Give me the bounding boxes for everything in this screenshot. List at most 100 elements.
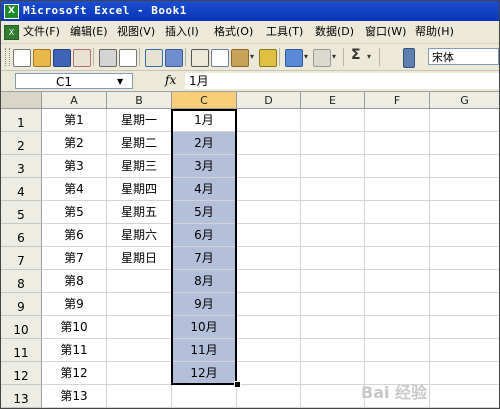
row-header[interactable]: 13 [1,385,42,408]
menu-format[interactable]: 格式(O) [214,21,253,43]
cell-a2[interactable]: 第2 [42,132,107,155]
cell-c13[interactable] [172,385,237,408]
cell-b3[interactable]: 星期三 [107,155,172,178]
cell-b9[interactable] [107,293,172,316]
cell-a3[interactable]: 第3 [42,155,107,178]
cell-g9[interactable] [430,293,499,316]
insert-function-icon[interactable]: fx [165,73,176,87]
cell-d4[interactable] [237,178,301,201]
row-header[interactable]: 12 [1,362,42,385]
print-icon[interactable] [99,49,117,67]
cell-b6[interactable]: 星期六 [107,224,172,247]
toolbar-grip[interactable] [5,48,10,66]
cell-g4[interactable] [430,178,499,201]
cell-b4[interactable]: 星期四 [107,178,172,201]
cell-c12[interactable]: 12月 [172,362,237,385]
excel-app-icon[interactable]: X [4,4,19,19]
column-header-e[interactable]: E [301,92,365,109]
cell-c11[interactable]: 11月 [172,339,237,362]
cell-d3[interactable] [237,155,301,178]
cell-b11[interactable] [107,339,172,362]
menu-view[interactable]: 视图(V) [117,21,155,43]
cell-f5[interactable] [365,201,430,224]
menu-window[interactable]: 窗口(W) [365,21,406,43]
cell-c10[interactable]: 10月 [172,316,237,339]
cell-b12[interactable] [107,362,172,385]
cell-a13[interactable]: 第13 [42,385,107,408]
cell-c3[interactable]: 3月 [172,155,237,178]
cell-d8[interactable] [237,270,301,293]
cell-d6[interactable] [237,224,301,247]
menu-help[interactable]: 帮助(H) [415,21,454,43]
permission-icon[interactable] [73,49,91,67]
cell-d9[interactable] [237,293,301,316]
cell-a10[interactable]: 第10 [42,316,107,339]
cell-a6[interactable]: 第6 [42,224,107,247]
menu-edit[interactable]: 编辑(E) [70,21,108,43]
new-icon[interactable] [13,49,31,67]
row-header[interactable]: 6 [1,224,42,247]
menu-data[interactable]: 数据(D) [315,21,354,43]
cell-d7[interactable] [237,247,301,270]
row-header[interactable]: 9 [1,293,42,316]
cell-c9[interactable]: 9月 [172,293,237,316]
print-preview-icon[interactable] [119,49,137,67]
autosum-icon[interactable]: Σ [351,47,361,63]
cell-d1[interactable] [237,109,301,132]
cell-f6[interactable] [365,224,430,247]
cell-d13[interactable] [237,385,301,408]
cell-e7[interactable] [301,247,365,270]
cell-f4[interactable] [365,178,430,201]
copy-icon[interactable] [211,49,229,67]
cell-g6[interactable] [430,224,499,247]
cell-e13[interactable] [301,385,365,408]
menu-file[interactable]: 文件(F) [23,21,60,43]
cell-b13[interactable] [107,385,172,408]
cell-f1[interactable] [365,109,430,132]
cell-d11[interactable] [237,339,301,362]
cell-b7[interactable]: 星期日 [107,247,172,270]
row-header[interactable]: 3 [1,155,42,178]
fill-handle[interactable] [234,381,241,388]
toolbar-options-icon[interactable] [403,48,415,68]
cell-e11[interactable] [301,339,365,362]
cut-icon[interactable] [191,49,209,67]
cell-c4[interactable]: 4月 [172,178,237,201]
column-header-g[interactable]: G [430,92,499,109]
cell-a4[interactable]: 第4 [42,178,107,201]
cell-a11[interactable]: 第11 [42,339,107,362]
cell-e9[interactable] [301,293,365,316]
cell-g2[interactable] [430,132,499,155]
cell-e5[interactable] [301,201,365,224]
undo-icon[interactable] [285,49,303,67]
redo-icon[interactable] [313,49,331,67]
cell-c1[interactable]: 1月 [172,109,237,132]
cell-b8[interactable] [107,270,172,293]
column-header-c[interactable]: C [172,92,237,109]
cell-e10[interactable] [301,316,365,339]
cell-e12[interactable] [301,362,365,385]
row-header[interactable]: 4 [1,178,42,201]
paste-dropdown-icon[interactable]: ▾ [250,52,254,61]
format-painter-icon[interactable] [259,49,277,67]
column-header-b[interactable]: B [107,92,172,109]
cell-c5[interactable]: 5月 [172,201,237,224]
row-header[interactable]: 1 [1,109,42,132]
cell-g1[interactable] [430,109,499,132]
menu-tools[interactable]: 工具(T) [266,21,303,43]
cell-a9[interactable]: 第9 [42,293,107,316]
cell-e4[interactable] [301,178,365,201]
menu-insert[interactable]: 插入(I) [165,21,199,43]
row-header[interactable]: 11 [1,339,42,362]
cell-e8[interactable] [301,270,365,293]
cell-e2[interactable] [301,132,365,155]
cell-e6[interactable] [301,224,365,247]
cell-b5[interactable]: 星期五 [107,201,172,224]
cell-b2[interactable]: 星期二 [107,132,172,155]
cell-c6[interactable]: 6月 [172,224,237,247]
workbook-control-icon[interactable]: X [4,25,19,40]
cell-f9[interactable] [365,293,430,316]
row-header[interactable]: 2 [1,132,42,155]
redo-dropdown-icon[interactable]: ▾ [332,52,336,61]
cell-c2[interactable]: 2月 [172,132,237,155]
